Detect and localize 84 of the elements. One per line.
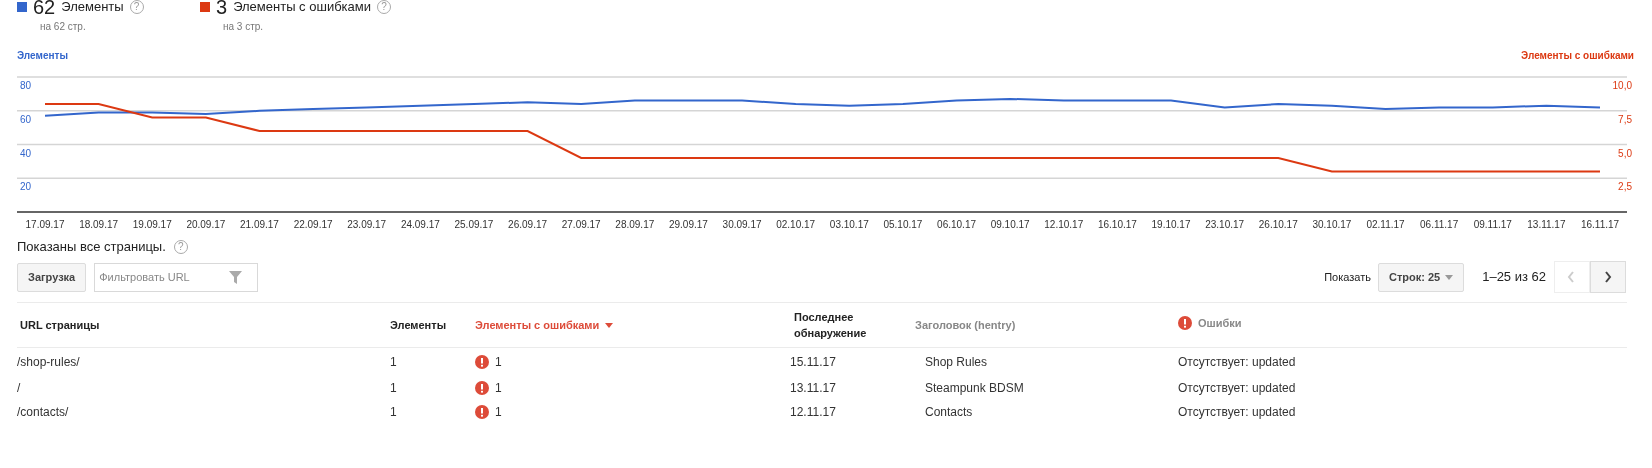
page-url[interactable]: / [17, 380, 21, 395]
axis-tick-label: 25.09.17 [454, 219, 494, 228]
axis-tick-label: 02.11.17 [1366, 219, 1405, 228]
legend-subtitle: на 62 стр. [40, 20, 87, 34]
show-label: Показать [1324, 269, 1371, 285]
axis-tick-label: 05.10.17 [883, 219, 923, 228]
column-header[interactable]: Заголовок (hentry) [915, 316, 1016, 334]
axis-title: Элементы с ошибками [1521, 50, 1634, 61]
axis-tick-label: 02.10.17 [776, 219, 816, 228]
axis-tick-label: 5,0 [1618, 147, 1632, 159]
next-page-button[interactable] [1590, 261, 1626, 293]
axis-tick-label: 30.09.17 [722, 219, 762, 228]
error-icon [475, 354, 489, 369]
axis-tick-label: 13.11.17 [1527, 219, 1566, 228]
table-cell: Contacts [925, 405, 973, 420]
page-url[interactable]: /contacts/ [17, 405, 69, 420]
axis-tick-label: 09.10.17 [990, 219, 1030, 228]
column-header[interactable]: URL страницы [20, 316, 100, 334]
error-count: 1 [495, 379, 502, 397]
axis-tick-label: 28.09.17 [615, 219, 655, 228]
table-cell: Отсутствует: updated [1178, 354, 1296, 369]
filter-field[interactable]: Фильтровать URL [94, 262, 259, 292]
axis-tick-label: 19.09.17 [132, 219, 172, 228]
status-text: Показаны все страницы. [17, 238, 166, 257]
axis-tick-label: 40 [20, 147, 32, 159]
axis-tick-label: 24.09.17 [400, 219, 440, 228]
table-cell: 12.11.17 [790, 405, 836, 420]
axis-tick-label: 19.10.17 [1151, 219, 1191, 228]
rows-dropdown[interactable]: Строк: 25 [1377, 262, 1465, 292]
page-range: 1–25 из 62 [1482, 268, 1546, 287]
caret-icon [1445, 274, 1454, 280]
axis-tick-label: 20 [20, 181, 32, 193]
axis-tick-label: 10,0 [1612, 80, 1632, 91]
error-icon [1178, 316, 1192, 331]
axis-title: Элементы [17, 50, 68, 61]
axis-tick-label: 06.11.17 [1420, 219, 1459, 228]
axis-tick-label: 26.09.17 [508, 219, 548, 228]
axis-tick-label: 21.09.17 [240, 219, 279, 228]
download-button[interactable]: Загрузка [17, 262, 87, 292]
axis-tick-label: 80 [20, 80, 32, 91]
axis-tick-label: 7,5 [1618, 113, 1632, 125]
axis-tick-label: 18.09.17 [79, 219, 119, 228]
table-cell: 1 [390, 354, 397, 369]
table-cell: 13.11.17 [790, 380, 836, 395]
column-header[interactable]: Элементы [390, 316, 447, 334]
axis-tick-label: 60 [20, 113, 32, 125]
axis-tick-label: 22.09.17 [293, 219, 333, 228]
legend-label: Элементы [61, 0, 124, 17]
axis-tick-label: 27.09.17 [561, 219, 601, 228]
axis-tick-label: 12.10.17 [1044, 219, 1084, 228]
error-count: 1 [495, 404, 502, 422]
error-icon [475, 405, 489, 420]
axis-tick-label: 30.10.17 [1312, 219, 1352, 228]
filter-icon [229, 270, 243, 284]
table-cell: Steampunk BDSM [925, 380, 1024, 395]
error-icon [475, 380, 489, 395]
column-header[interactable]: Элементы с ошибками [475, 316, 614, 334]
axis-tick-label: 03.10.17 [829, 219, 869, 228]
axis-tick-label: 09.11.17 [1473, 219, 1512, 228]
page-url[interactable]: /shop-rules/ [17, 354, 80, 369]
table-cell: 1 [390, 405, 397, 420]
axis-tick-label: 20.09.17 [186, 219, 226, 228]
legend-count: 62 [33, 0, 56, 18]
axis-tick-label: 26.10.17 [1258, 219, 1298, 228]
table-cell: Отсутствует: updated [1178, 380, 1296, 395]
sort-arrow-icon [605, 322, 614, 328]
legend-label: Элементы с ошибками [233, 0, 371, 17]
error-count: 1 [495, 353, 502, 371]
column-header[interactable]: Ошибки [1178, 315, 1242, 332]
axis-tick-label: 23.09.17 [347, 219, 387, 228]
table-cell: 15.11.17 [790, 354, 836, 369]
axis-tick-label: 16.11.17 [1580, 219, 1620, 228]
table-cell: 1 [390, 380, 397, 395]
table-cell: Shop Rules [925, 354, 988, 369]
axis-tick-label: 29.09.17 [669, 219, 708, 228]
axis-tick-label: 17.09.17 [25, 219, 65, 228]
axis-tick-label: 16.10.17 [1097, 219, 1137, 228]
axis-tick-label: 2,5 [1618, 181, 1632, 193]
axis-tick-label: 23.10.17 [1205, 219, 1245, 228]
legend-subtitle: на 3 стр. [223, 20, 265, 34]
table-cell: Отсутствует: updated [1178, 405, 1296, 420]
column-header[interactable]: Последнее обнаружение [794, 308, 884, 342]
axis-tick-label: 06.10.17 [937, 219, 976, 228]
legend-count: 3 [216, 0, 228, 18]
